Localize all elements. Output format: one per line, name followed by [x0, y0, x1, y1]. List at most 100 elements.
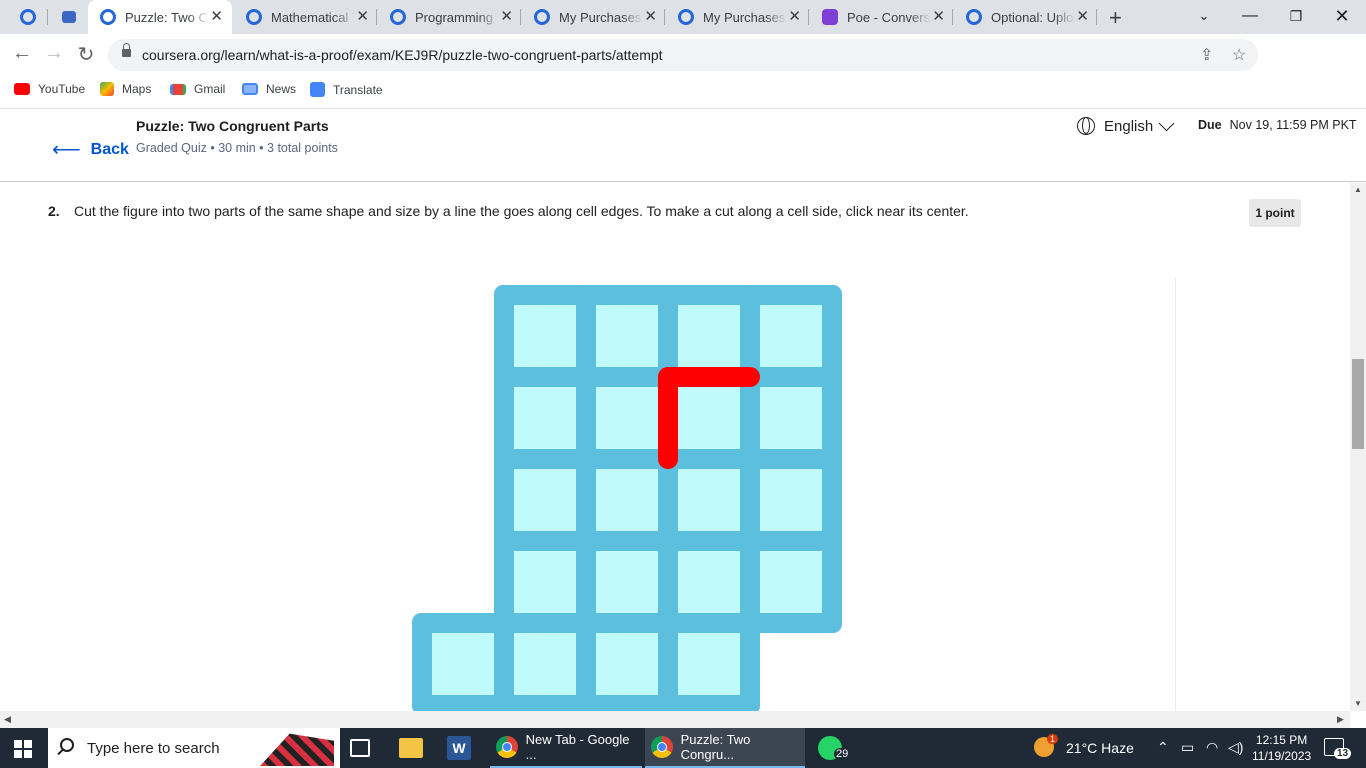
minimize-icon[interactable]: —: [1227, 3, 1273, 29]
tab-mathematical[interactable]: Mathematical Thinking ✕: [234, 0, 378, 34]
back-arrow-icon[interactable]: ←: [8, 42, 36, 65]
taskbar-search[interactable]: Type here to search: [48, 728, 340, 768]
restore-icon[interactable]: ❐: [1273, 3, 1319, 29]
translate-icon: [310, 82, 325, 97]
clock-time: 12:15 PM: [1255, 733, 1308, 747]
bookmark-news[interactable]: News: [242, 82, 296, 96]
close-tab-icon[interactable]: ✕: [788, 9, 801, 25]
bookmark-translate[interactable]: Translate: [310, 82, 383, 97]
grid-cell[interactable]: [760, 469, 822, 531]
search-highlight-image: [260, 733, 334, 766]
share-icon[interactable]: ⇪: [1200, 45, 1213, 65]
taskbar-app-label: New Tab - Google ...: [525, 732, 630, 762]
taskbar-app-new-tab[interactable]: New Tab - Google ...: [490, 728, 642, 768]
tab-puzzle[interactable]: Puzzle: Two Congruent Parts ✕: [88, 0, 232, 34]
system-clock[interactable]: 12:15 PM 11/19/2023: [1252, 732, 1311, 764]
tab-coursera-pinned[interactable]: [8, 0, 46, 34]
task-view-icon[interactable]: [350, 739, 370, 757]
news-icon: [242, 83, 258, 95]
scroll-left-icon[interactable]: ◀: [4, 714, 11, 725]
taskbar-app-puzzle[interactable]: Puzzle: Two Congru...: [645, 728, 805, 768]
url-text[interactable]: coursera.org/learn/what-is-a-proof/exam/…: [142, 47, 663, 63]
tab-separator: [376, 9, 377, 25]
close-window-icon[interactable]: ✕: [1319, 3, 1365, 29]
file-explorer-icon[interactable]: [399, 738, 423, 758]
grid-cell[interactable]: [678, 305, 740, 367]
bookmark-maps[interactable]: Maps: [100, 82, 151, 96]
grid-cell[interactable]: [596, 633, 658, 695]
taskbar: Type here to search W New Tab - Google .…: [0, 728, 1366, 768]
grid-cell[interactable]: [678, 469, 740, 531]
arrow-left-icon: ⟵: [52, 139, 81, 161]
grid-cell[interactable]: [596, 305, 658, 367]
tab-title: Puzzle: Two Congruent Parts: [125, 9, 209, 25]
chevron-up-icon[interactable]: ⌃: [1157, 739, 1169, 756]
wifi-icon[interactable]: ◠: [1206, 739, 1218, 756]
lock-icon[interactable]: [122, 43, 131, 57]
language-selector[interactable]: English: [1077, 115, 1175, 135]
battery-icon[interactable]: ▭: [1181, 739, 1194, 756]
back-button[interactable]: ⟵ Back: [52, 137, 129, 162]
reload-icon[interactable]: ↻: [72, 42, 100, 67]
address-bar[interactable]: coursera.org/learn/what-is-a-proof/exam/…: [108, 39, 1258, 71]
close-tab-icon[interactable]: ✕: [356, 9, 369, 25]
tab-poe[interactable]: Poe - Conversation ✕: [810, 0, 954, 34]
tab-separator: [952, 9, 953, 25]
globe-icon: [1077, 117, 1095, 135]
tab-pinned-cap[interactable]: [50, 0, 88, 34]
grid-cell[interactable]: [760, 551, 822, 613]
close-tab-icon[interactable]: ✕: [644, 9, 657, 25]
bookmark-youtube[interactable]: YouTube: [14, 82, 85, 96]
grid-cell[interactable]: [514, 305, 576, 367]
search-icon: [60, 738, 74, 752]
horizontal-scrollbar[interactable]: ◀ ▶: [0, 711, 1350, 728]
grid-cell[interactable]: [678, 387, 740, 449]
scroll-up-icon[interactable]: ▲: [1354, 185, 1362, 194]
word-icon[interactable]: W: [447, 736, 471, 760]
bookmarks-bar: YouTube Maps Gmail News Translate: [0, 76, 1366, 104]
close-tab-icon[interactable]: ✕: [500, 9, 513, 25]
tab-programming[interactable]: Programming ✕: [378, 0, 522, 34]
whatsapp-badge: 29: [834, 748, 851, 760]
close-tab-icon[interactable]: ✕: [210, 9, 223, 25]
close-tab-icon[interactable]: ✕: [932, 9, 945, 25]
tab-search-icon[interactable]: ⌄: [1181, 3, 1227, 29]
grid-cell[interactable]: [514, 551, 576, 613]
windows-start-icon[interactable]: [14, 740, 32, 758]
volume-icon[interactable]: ◁): [1228, 739, 1243, 756]
due-date: Due Nov 19, 11:59 PM PKT: [1198, 118, 1357, 132]
grid-cell[interactable]: [596, 551, 658, 613]
weather-text[interactable]: 21°C Haze: [1066, 740, 1134, 756]
scroll-down-icon[interactable]: ▼: [1354, 699, 1362, 708]
tab-separator: [808, 9, 809, 25]
grid-cell[interactable]: [514, 387, 576, 449]
grid-cell[interactable]: [760, 305, 822, 367]
scroll-right-icon[interactable]: ▶: [1337, 714, 1344, 725]
close-tab-icon[interactable]: ✕: [1076, 9, 1089, 25]
coursera-icon: [20, 9, 36, 25]
grid-cell[interactable]: [596, 469, 658, 531]
chrome-icon: [651, 736, 673, 758]
grid-cell[interactable]: [432, 633, 494, 695]
tab-optional-upload[interactable]: Optional: Upload ✕: [954, 0, 1098, 34]
grid-cell[interactable]: [678, 633, 740, 695]
tab-my-purchases-1[interactable]: My Purchases ✕: [522, 0, 666, 34]
forward-arrow-icon[interactable]: →: [40, 42, 68, 65]
vertical-scrollbar[interactable]: ▲ ▼: [1350, 183, 1366, 711]
coursera-icon: [966, 9, 982, 25]
grid-cell[interactable]: [514, 469, 576, 531]
puzzle-figure[interactable]: [0, 183, 1350, 711]
new-tab-icon[interactable]: +: [1109, 5, 1122, 31]
tab-my-purchases-2[interactable]: My Purchases ✕: [666, 0, 810, 34]
due-label: Due: [1198, 118, 1222, 132]
grid-cell[interactable]: [596, 387, 658, 449]
grid-cell[interactable]: [678, 551, 740, 613]
coursera-icon: [390, 9, 406, 25]
tab-title: Mathematical Thinking: [271, 9, 355, 25]
grid-cell[interactable]: [760, 387, 822, 449]
scrollbar-thumb[interactable]: [1352, 359, 1364, 449]
star-icon[interactable]: ☆: [1232, 45, 1246, 65]
grid-cell[interactable]: [514, 633, 576, 695]
quiz-header: ⟵ Back Puzzle: Two Congruent Parts Grade…: [0, 108, 1366, 182]
bookmark-gmail[interactable]: Gmail: [170, 82, 225, 96]
